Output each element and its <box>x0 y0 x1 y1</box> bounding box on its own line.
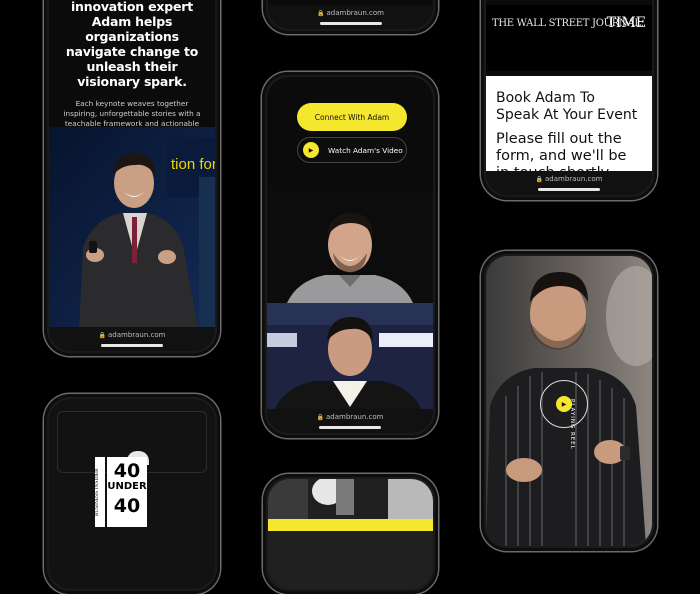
browser-url-bar[interactable]: 🔒 adambraun.com <box>486 171 652 195</box>
phone-mockup-connect: Connect With Adam ▶ Watch Adam's Video 🔒… <box>262 72 438 438</box>
phone-screen: 🔒 adambraun.com <box>268 0 433 29</box>
phone-mockup-video: ▶ PLAYING REEL <box>481 251 657 551</box>
home-indicator <box>319 22 382 25</box>
stage-screen-text: tion for bu <box>171 156 215 173</box>
speaker-interview-photo <box>267 303 433 413</box>
phone-mockup-booking: THE WALL STREET JOURNAL. TIME Book Adam … <box>481 0 657 200</box>
home-indicator <box>319 426 381 429</box>
booking-card: Book Adam To Speak At Your Event Please … <box>486 76 652 171</box>
forty-under-forty-award: 40 UNDER 40 <box>107 457 147 527</box>
keynote-headline: innovation expert Adam helps organizatio… <box>65 0 199 89</box>
phone-mockup-awards: BUSINESS INSIDER 40 UNDER 40 <box>44 394 220 594</box>
url-text: adambraun.com <box>326 9 384 17</box>
speaker-portrait-photo <box>267 189 433 303</box>
url-text: adambraun.com <box>107 331 166 339</box>
booking-description: Please fill out the form, and we'll be i… <box>496 131 627 171</box>
lock-icon: 🔒 <box>535 176 543 183</box>
playing-reel-badge[interactable]: ▶ PLAYING REEL <box>540 380 588 450</box>
publication-logo: BUSINESS INSIDER <box>95 457 105 527</box>
url-text: adambraun.com <box>325 413 384 421</box>
browser-url-bar[interactable]: 🔒 adambraun.com <box>268 5 433 29</box>
watch-video-label: Watch Adam's Video <box>328 145 403 155</box>
url-text: adambraun.com <box>544 175 603 183</box>
lock-icon: 🔒 <box>98 332 106 339</box>
lock-icon: 🔒 <box>316 414 324 421</box>
phone-screen: BUSINESS INSIDER 40 UNDER 40 <box>49 399 215 589</box>
phone-screen: Connect With Adam ▶ Watch Adam's Video 🔒… <box>267 77 433 433</box>
home-indicator <box>101 344 163 347</box>
play-icon: ▶ <box>303 142 319 158</box>
connect-with-adam-button[interactable]: Connect With Adam <box>297 103 407 131</box>
browser-url-bar[interactable]: 🔒 adambraun.com <box>49 327 215 351</box>
time-logo: TIME <box>606 15 646 31</box>
phone-mockup-bottom <box>263 474 438 594</box>
phone-mockup-top: 🔒 adambraun.com <box>263 0 438 34</box>
lock-icon: 🔒 <box>317 10 325 17</box>
browser-url-bar[interactable]: 🔒 adambraun.com <box>267 409 433 433</box>
phone-screen: THE WALL STREET JOURNAL. TIME Book Adam … <box>486 0 652 195</box>
booking-heading: Book Adam To Speak At Your Event <box>496 90 638 123</box>
screen-preview-image <box>268 479 433 589</box>
speaker-stage-photo: tion for bu <box>49 127 215 332</box>
phone-screen: ▶ PLAYING REEL <box>486 256 652 546</box>
watch-video-button[interactable]: ▶ Watch Adam's Video <box>297 137 407 163</box>
home-indicator <box>538 188 600 191</box>
playing-reel-label: PLAYING REEL <box>569 399 575 450</box>
phone-mockup-keynote: innovation expert Adam helps organizatio… <box>44 0 220 356</box>
phone-screen: innovation expert Adam helps organizatio… <box>49 0 215 351</box>
phone-screen <box>268 479 433 589</box>
press-logo-bar: THE WALL STREET JOURNAL. TIME <box>486 5 652 71</box>
